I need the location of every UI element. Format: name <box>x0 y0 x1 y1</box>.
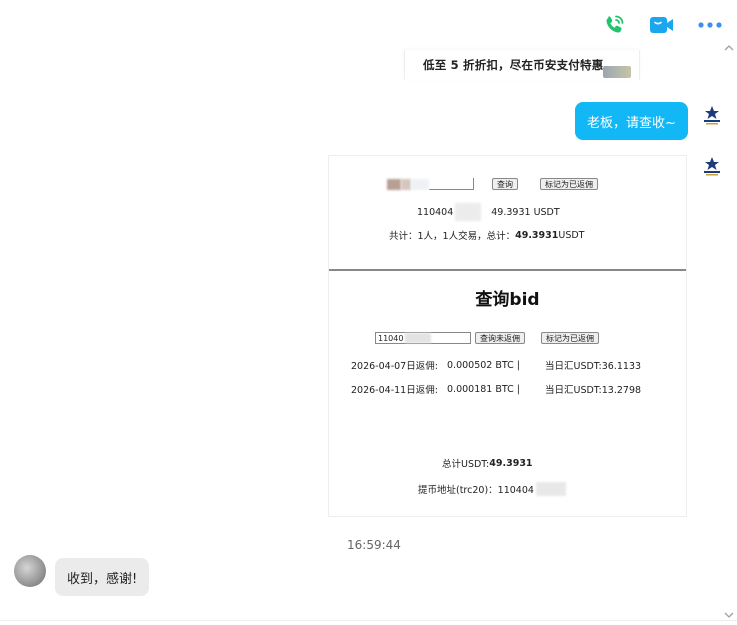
redacted-block <box>535 482 566 496</box>
bid-input-value: 11040 <box>378 333 404 343</box>
redacted-block <box>401 178 411 190</box>
avatar[interactable] <box>701 104 723 126</box>
redacted-block <box>455 203 482 221</box>
message-bubble-outgoing[interactable]: 老板，请查收~ <box>575 102 688 140</box>
phone-call-icon <box>606 15 624 33</box>
query-button[interactable]: 查询 <box>492 178 518 190</box>
result-amount: 49.3931 USDT <box>491 206 560 218</box>
more-icon <box>698 22 722 28</box>
video-call-icon <box>650 17 673 33</box>
redacted-block <box>411 178 429 190</box>
rebate-row: 2026-04-11日返佣: 0.000181 BTC | 当日汇USDT:13… <box>351 382 642 397</box>
promo-card[interactable]: 低至 5 折折扣，尽在币安支付特惠 <box>404 50 640 80</box>
query-row: 查询 标记为已返佣 <box>387 178 598 190</box>
address-label: 提币地址(trc20)：110404 <box>418 485 534 496</box>
avatar[interactable] <box>701 155 723 177</box>
chevron-up-icon <box>724 44 734 51</box>
result-id: 110404 <box>417 206 454 218</box>
query-input[interactable] <box>429 178 474 190</box>
rebate-btc: 0.000502 BTC | <box>447 359 520 371</box>
total-label: 总计USDT: <box>442 459 490 470</box>
chat-window: 低至 5 折折扣，尽在币安支付特惠 老板，请查收~ 查询 标记为已返佣 1104… <box>0 0 737 625</box>
doc-top-section: 查询 标记为已返佣 110404 49.3931 USDT 共计：1人，1人交易… <box>329 156 686 269</box>
rebate-usdt: 当日汇USDT:13.2798 <box>545 385 642 396</box>
video-call-button[interactable] <box>647 10 677 40</box>
rebate-row: 2026-04-07日返佣: 0.000502 BTC | 当日汇USDT:36… <box>351 358 642 373</box>
total-row: 总计USDT: 49.3931 <box>442 456 533 471</box>
summary-amount: 49.3931 <box>515 229 559 241</box>
bid-input[interactable]: 11040 <box>375 332 471 344</box>
scroll-up-arrow[interactable] <box>723 42 735 54</box>
summary-unit: USDT <box>558 229 585 241</box>
message-text: 老板，请查收~ <box>587 115 676 131</box>
mark-returned-button[interactable]: 标记为已返佣 <box>540 178 598 190</box>
promo-card-text: 低至 5 折折扣，尽在币安支付特惠 <box>423 58 604 72</box>
summary-row: 共计：1人，1人交易，总计： 49.3931 USDT <box>389 228 585 243</box>
phone-call-button[interactable] <box>599 10 629 40</box>
more-options-button[interactable] <box>695 10 725 40</box>
divider <box>329 269 686 271</box>
redacted-block <box>387 178 401 190</box>
image-message[interactable]: 查询 标记为已返佣 110404 49.3931 USDT 共计：1人，1人交易… <box>328 155 687 517</box>
rebate-date: 2026-04-11日返佣: <box>351 385 438 396</box>
total-value: 49.3931 <box>489 457 533 469</box>
mark-returned-button[interactable]: 标记为已返佣 <box>541 332 599 344</box>
address-row: 提币地址(trc20)：110404 <box>418 482 566 496</box>
message-text: 收到，感谢! <box>67 571 138 587</box>
chevron-down-icon <box>724 612 734 618</box>
avatar-logo-icon <box>704 157 720 176</box>
page-title: 查询bid <box>475 290 540 310</box>
message-timestamp: 16:59:44 <box>347 538 401 552</box>
divider <box>0 620 737 621</box>
promo-card-thumbnail <box>603 66 631 78</box>
avatar-logo-icon <box>704 106 720 125</box>
summary-prefix: 共计：1人，1人交易，总计： <box>389 231 516 242</box>
query-unreturned-button[interactable]: 查询未返佣 <box>475 332 525 344</box>
message-bubble-incoming[interactable]: 收到，感谢! <box>55 558 150 596</box>
avatar[interactable] <box>14 555 46 587</box>
header-actions <box>599 10 725 40</box>
rebate-usdt: 当日汇USDT:36.1133 <box>545 361 642 372</box>
result-row: 110404 49.3931 USDT <box>417 203 560 221</box>
redacted-block <box>405 333 432 343</box>
bid-query-row: 11040 查询未返佣 标记为已返佣 <box>375 332 599 344</box>
rebate-date: 2026-04-07日返佣: <box>351 361 438 372</box>
rebate-btc: 0.000181 BTC | <box>447 383 520 395</box>
